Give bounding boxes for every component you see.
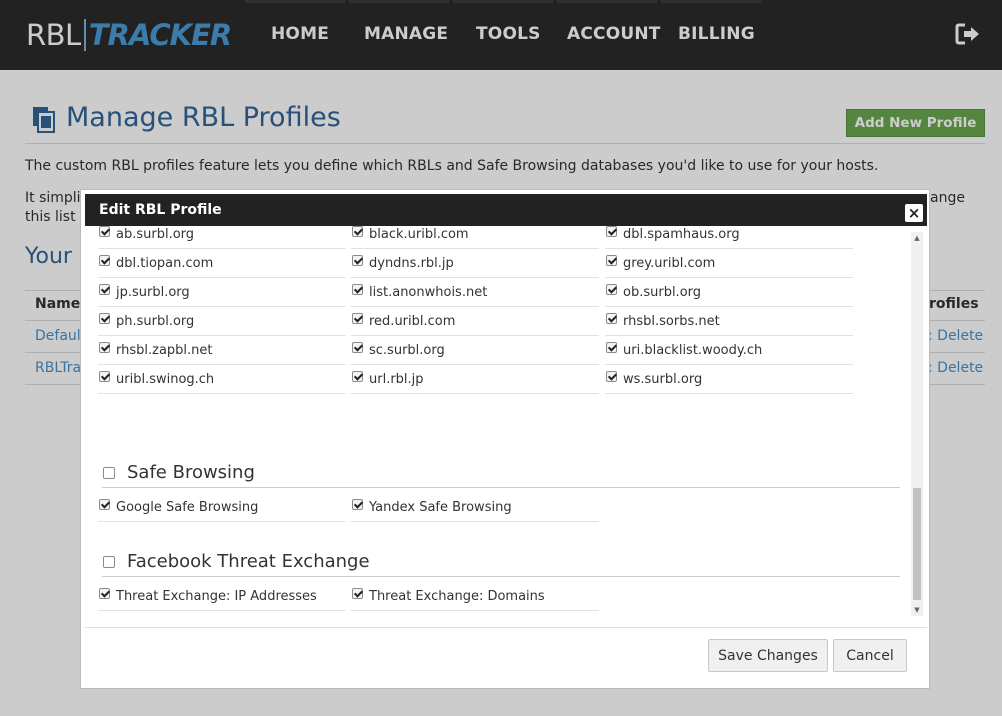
checkbox-label: uribl.swinog.ch (116, 371, 215, 387)
checkbox-item[interactable]: red.uribl.com (351, 307, 599, 336)
checkbox-item[interactable]: ph.surbl.org (98, 307, 346, 336)
checkbox[interactable] (352, 370, 363, 382)
checkbox[interactable] (606, 341, 617, 353)
checkbox[interactable] (606, 283, 617, 295)
checkbox[interactable] (352, 254, 363, 266)
checkbox[interactable] (99, 498, 110, 510)
checkbox-label: red.uribl.com (369, 313, 456, 329)
safe-browsing-section: Safe Browsing (102, 458, 900, 488)
checkbox-label: jp.surbl.org (116, 284, 190, 300)
cancel-button[interactable]: Cancel (833, 639, 907, 672)
checkbox[interactable] (606, 254, 617, 266)
checkbox-label: dbl.tiopan.com (116, 255, 214, 271)
close-icon[interactable]: × (905, 204, 923, 222)
scroll-up-arrow-icon[interactable]: ▲ (911, 232, 923, 244)
checkbox-label: ws.surbl.org (623, 371, 703, 387)
checkbox-label: Threat Exchange: IP Addresses (116, 588, 317, 604)
safe-browsing-toggle-checkbox[interactable] (103, 466, 115, 479)
checkbox[interactable] (99, 341, 110, 353)
checkbox-item[interactable]: black.uribl.com (351, 226, 599, 249)
dialog-scrollbar[interactable]: ▲ ▼ (911, 232, 923, 616)
checkbox-item[interactable]: uribl.swinog.ch (98, 365, 346, 394)
checkbox[interactable] (99, 587, 110, 599)
checkbox-label: list.anonwhois.net (369, 284, 488, 300)
checkbox[interactable] (99, 283, 110, 295)
scroll-down-arrow-icon[interactable]: ▼ (911, 604, 923, 616)
dialog-scroll-area[interactable]: ab.surbl.org black.uribl.com dbl.spamhaus.… (85, 226, 927, 618)
checkbox[interactable] (606, 312, 617, 324)
threat-exchange-toggle-checkbox[interactable] (103, 555, 115, 568)
checkbox[interactable] (352, 312, 363, 324)
checkbox-label: rhsbl.sorbs.net (623, 313, 720, 329)
checkbox-label: url.rbl.jp (369, 371, 424, 387)
checkbox-item[interactable]: Google Safe Browsing (98, 493, 346, 522)
checkbox-label: black.uribl.com (369, 226, 469, 242)
checkbox[interactable] (99, 312, 110, 324)
checkbox[interactable] (352, 226, 363, 237)
threat-exchange-section: Facebook Threat Exchange (102, 547, 900, 577)
dialog-title: Edit RBL Profile (99, 202, 222, 218)
checkbox[interactable] (99, 254, 110, 266)
checkbox-item[interactable]: url.rbl.jp (351, 365, 599, 394)
save-changes-button[interactable]: Save Changes (708, 639, 828, 672)
checkbox-label: grey.uribl.com (623, 255, 716, 271)
checkbox[interactable] (352, 341, 363, 353)
checkbox-item[interactable]: uri.blacklist.woody.ch (605, 336, 853, 365)
checkbox-item[interactable]: ob.surbl.org (605, 278, 853, 307)
checkbox-label: dbl.spamhaus.org (623, 226, 740, 242)
checkbox[interactable] (352, 498, 363, 510)
checkbox-item[interactable]: rhsbl.sorbs.net (605, 307, 853, 336)
checkbox-item[interactable]: dyndns.rbl.jp (351, 249, 599, 278)
checkbox-item[interactable]: grey.uribl.com (605, 249, 853, 278)
checkbox-item[interactable]: Threat Exchange: Domains (351, 582, 599, 611)
checkbox-item[interactable]: dbl.spamhaus.org (605, 226, 853, 249)
checkbox-label: Yandex Safe Browsing (369, 499, 512, 515)
checkbox[interactable] (99, 370, 110, 382)
checkbox-label: ob.surbl.org (623, 284, 702, 300)
checkbox[interactable] (606, 370, 617, 382)
dialog-footer-rule (85, 627, 927, 628)
checkbox-label: rhsbl.zapbl.net (116, 342, 213, 358)
checkbox[interactable] (99, 226, 110, 237)
checkbox[interactable] (352, 587, 363, 599)
checkbox-label: dyndns.rbl.jp (369, 255, 454, 271)
checkbox-item[interactable]: rhsbl.zapbl.net (98, 336, 346, 365)
checkbox-item[interactable]: ws.surbl.org (605, 365, 853, 394)
checkbox-label: ph.surbl.org (116, 313, 195, 329)
checkbox-label: Google Safe Browsing (116, 499, 259, 515)
safe-browsing-title: Safe Browsing (127, 462, 255, 483)
checkbox[interactable] (352, 283, 363, 295)
checkbox-label: sc.surbl.org (369, 342, 445, 358)
checkbox-item[interactable]: Threat Exchange: IP Addresses (98, 582, 346, 611)
checkbox-item[interactable]: Yandex Safe Browsing (351, 493, 599, 522)
checkbox-label: uri.blacklist.woody.ch (623, 342, 763, 358)
checkbox-item[interactable]: ab.surbl.org (98, 226, 346, 249)
threat-exchange-title: Facebook Threat Exchange (127, 551, 370, 572)
checkbox-item[interactable]: jp.surbl.org (98, 278, 346, 307)
checkbox-label: ab.surbl.org (116, 226, 195, 242)
dialog-header: Edit RBL Profile × (85, 194, 927, 226)
scrollbar-thumb[interactable] (913, 488, 921, 600)
checkbox-item[interactable]: dbl.tiopan.com (98, 249, 346, 278)
checkbox-item[interactable]: sc.surbl.org (351, 336, 599, 365)
edit-rbl-profile-dialog: Edit RBL Profile × ab.surbl.org black.uri… (80, 189, 930, 689)
checkbox-item[interactable]: list.anonwhois.net (351, 278, 599, 307)
checkbox[interactable] (606, 226, 617, 237)
checkbox-label: Threat Exchange: Domains (369, 588, 545, 604)
